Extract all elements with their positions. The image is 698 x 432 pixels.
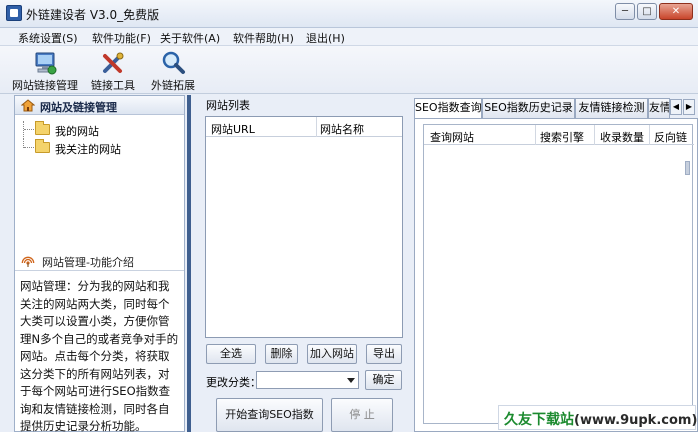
broadcast-icon [21,256,35,267]
panel-header: 网站及链接管理 [15,96,184,115]
menu-about[interactable]: 关于软件(A) [160,30,220,46]
panel-splitter[interactable] [187,95,191,432]
tab-scroll-left-button[interactable]: ◀ [670,99,682,115]
menu-help[interactable]: 软件帮助(H) [233,30,294,46]
toolbar: 网站链接管理 链接工具 外链拓展 [0,46,698,94]
home-icon [21,99,35,112]
intro-title: 网站管理-功能介绍 [42,256,134,269]
site-watermark: 久友下载站(www.9upk.com) [498,405,697,430]
watermark-url: (www.9upk.com) [574,413,698,428]
chevron-right-icon: ▶ [685,102,693,111]
start-seo-query-button[interactable]: 开始查询SEO指数 [216,398,323,432]
tree-line [24,147,34,148]
column-header-index-count[interactable]: 收录数量 [600,129,644,145]
menu-system-settings[interactable]: 系统设置(S) [18,30,78,46]
app-icon [6,5,22,21]
delete-button[interactable]: 删除 [265,344,298,364]
menu-software-functions[interactable]: 软件功能(F) [92,30,151,46]
maximize-icon: □ [642,6,652,17]
watermark-name: 久友下载站 [504,412,574,428]
result-tabs: SEO指数查询 SEO指数历史记录 友情链接检测 友情 ◀ ▶ [414,98,698,119]
category-select[interactable] [256,371,359,389]
tab-link-check[interactable]: 友情链接检测 [575,98,648,118]
tree-item-label: 我关注的网站 [55,143,121,156]
toolbar-link-tools[interactable]: 链接工具 [80,48,146,92]
toolbar-label: 外链拓展 [151,79,195,92]
confirm-button[interactable]: 确定 [365,370,402,390]
toolbar-site-link-management[interactable]: 网站链接管理 [12,48,78,92]
column-header-site-url[interactable]: 网站URL [211,121,255,137]
menu-exit[interactable]: 退出(H) [306,30,345,46]
close-icon: ✕ [671,6,681,17]
site-link-management-panel: 网站及链接管理 我的网站 我关注的网站 网站管理-功能介绍 网站管理：分为我的网… [14,95,185,432]
toolbar-label: 链接工具 [91,79,135,92]
tree-line [23,121,24,139]
stop-button[interactable]: 停 止 [331,398,393,432]
site-list[interactable]: 网站URL 网站名称 [205,116,403,338]
scrollbar-thumb[interactable] [685,161,690,175]
toolbar-label: 网站链接管理 [12,79,78,92]
column-divider[interactable] [535,125,536,145]
chevron-down-icon [347,378,355,383]
tree-line [24,129,34,130]
column-divider[interactable] [594,125,595,145]
site-list-label: 网站列表 [206,99,250,112]
close-button[interactable]: ✕ [659,3,693,20]
folder-icon [35,139,50,153]
tab-partial[interactable]: 友情 [648,98,670,118]
column-header-search-engine[interactable]: 搜索引擎 [540,129,584,145]
column-divider[interactable] [316,117,317,137]
chevron-left-icon: ◀ [672,102,680,111]
folder-icon [35,121,50,135]
column-header-backlinks[interactable]: 反向链 [654,129,687,145]
seo-query-panel: 查询网站 搜索引擎 收录数量 反向链 [414,118,698,432]
magnifier-icon [162,51,185,74]
monitor-network-icon [35,52,57,75]
watermark-text: 久友下载站(www.9upk.com) [504,409,697,429]
intro-header: 网站管理-功能介绍 [15,251,184,271]
select-all-button[interactable]: 全选 [206,344,256,364]
change-category-label: 更改分类： [206,376,261,389]
add-site-button[interactable]: 加入网站 [307,344,357,364]
window-title: 外链建设者 V3.0_免费版 [26,8,160,22]
site-list-header: 网站URL 网站名称 [206,117,402,137]
seo-result-header: 查询网站 搜索引擎 收录数量 反向链 [424,125,694,145]
minimize-button[interactable]: ─ [615,3,635,20]
column-header-query-site[interactable]: 查询网站 [430,129,474,145]
maximize-button[interactable]: □ [637,3,657,20]
menu-bar: 系统设置(S) 软件功能(F) 关于软件(A) 软件帮助(H) 退出(H) [0,28,698,46]
title-bar: 外链建设者 V3.0_免费版 ─ □ ✕ [0,0,698,28]
column-divider[interactable] [649,125,650,145]
tab-seo-history[interactable]: SEO指数历史记录 [482,98,575,118]
seo-result-table[interactable]: 查询网站 搜索引擎 收录数量 反向链 [423,124,694,424]
panel-title: 网站及链接管理 [40,101,117,114]
tab-seo-query[interactable]: SEO指数查询 [414,98,482,119]
intro-text: 网站管理：分为我的网站和我关注的网站两大类，同时每个大类可以设置小类，方便你管理… [20,279,179,432]
minimize-icon: ─ [621,6,629,17]
export-button[interactable]: 导出 [366,344,402,364]
toolbar-link-expand[interactable]: 外链拓展 [140,48,206,92]
tools-icon [103,52,124,73]
column-header-site-name[interactable]: 网站名称 [320,121,364,137]
tree-item-label: 我的网站 [55,125,99,138]
tab-scroll-right-button[interactable]: ▶ [683,99,695,115]
